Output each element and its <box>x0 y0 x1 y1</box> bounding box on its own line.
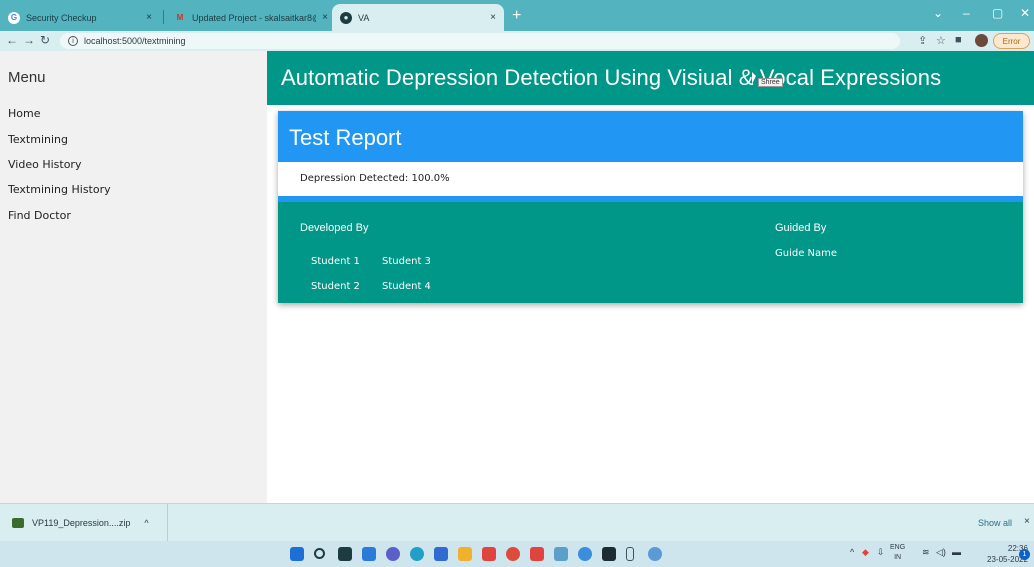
developed-by-label: Developed By <box>300 222 369 234</box>
chrome-icon[interactable] <box>578 547 592 561</box>
address-bar: ← → ↻ i localhost:5000/textmining ⇪ ☆ ■ … <box>0 31 1034 51</box>
windows-start-icon[interactable] <box>290 547 304 561</box>
file-explorer-icon[interactable] <box>458 547 472 561</box>
sidebar: Menu Home Textmining Video History Textm… <box>0 51 267 503</box>
sidepanel-icon[interactable]: ■ <box>955 34 962 46</box>
share-icon[interactable]: ⇪ <box>918 34 927 47</box>
battery-icon[interactable]: ▬ <box>952 547 961 557</box>
language-indicator[interactable]: ENG IN <box>890 543 905 563</box>
globe-icon: ● <box>340 11 352 24</box>
chevron-up-icon[interactable]: ^ <box>850 547 854 557</box>
maximize-icon[interactable]: ▢ <box>992 6 1003 20</box>
widgets-icon[interactable] <box>362 547 376 561</box>
report-title: Test Report <box>289 125 402 150</box>
report-card: Test Report Depression Detected: 100.0% … <box>278 111 1023 303</box>
sidebar-item-textmining[interactable]: Textmining <box>8 133 68 146</box>
close-icon[interactable]: × <box>322 12 328 23</box>
sidebar-title: Menu <box>8 69 46 86</box>
forward-icon[interactable]: → <box>23 33 35 47</box>
download-filename: VP119_Depression....zip <box>32 518 131 528</box>
chat-icon[interactable] <box>386 547 400 561</box>
tab-title: Updated Project - skalsaitkar8@... <box>192 12 317 23</box>
guided-by-label: Guided By <box>775 222 827 234</box>
download-shelf: VP119_Depression....zip ^ Show all × <box>0 503 1034 542</box>
microphone-icon[interactable] <box>626 547 634 561</box>
reload-icon[interactable]: ↻ <box>40 33 50 47</box>
tab-search-icon[interactable]: ⌄ <box>933 6 943 20</box>
student-name: Student 1 <box>311 256 360 267</box>
close-icon[interactable]: × <box>490 12 496 23</box>
volume-icon[interactable]: ◁) <box>936 547 946 558</box>
guide-name: Guide Name <box>775 248 838 259</box>
notepad-icon[interactable] <box>554 547 568 561</box>
profile-avatar[interactable] <box>975 34 988 47</box>
url-field[interactable]: i localhost:5000/textmining <box>60 33 900 49</box>
footer-top-band <box>278 202 1023 211</box>
app-icon[interactable] <box>530 547 544 561</box>
sidebar-item-textmining-history[interactable]: Textmining History <box>8 183 111 196</box>
task-view-icon[interactable] <box>338 547 352 561</box>
page-title: Automatic Depression Detection Using Vis… <box>281 65 942 90</box>
tab-updated-project[interactable]: M Updated Project - skalsaitkar8@... × <box>166 4 336 31</box>
url-text: localhost:5000/textmining <box>84 36 186 46</box>
tab-va[interactable]: ● VA × <box>332 4 504 31</box>
usb-icon[interactable]: ⇩ <box>877 547 885 558</box>
google-drive-icon[interactable]: ◆ <box>862 547 869 558</box>
notification-badge[interactable]: 1 <box>1019 549 1030 560</box>
back-icon[interactable]: ← <box>6 33 18 47</box>
chevron-up-icon[interactable]: ^ <box>144 518 148 528</box>
student-name: Student 3 <box>382 256 431 267</box>
close-icon[interactable]: × <box>1024 516 1030 527</box>
tab-title: VA <box>358 12 370 23</box>
show-all-button[interactable]: Show all <box>978 518 1012 528</box>
sidebar-item-home[interactable]: Home <box>8 107 40 120</box>
download-item[interactable]: VP119_Depression....zip ^ <box>0 504 168 542</box>
region-code: IN <box>894 554 902 561</box>
tab-title: Security Checkup <box>26 12 97 23</box>
store-icon[interactable] <box>434 547 448 561</box>
credits-footer: Developed By Student 1 Student 3 Student… <box>278 211 1023 303</box>
page-header: Automatic Depression Detection Using Vis… <box>267 51 1034 105</box>
terminal-icon[interactable] <box>602 547 616 561</box>
student-name: Student 2 <box>311 281 360 292</box>
tab-separator <box>163 10 164 24</box>
detection-result: Depression Detected: 100.0% <box>300 173 450 184</box>
tab-security-checkup[interactable]: G Security Checkup × <box>0 4 160 31</box>
search-icon[interactable] <box>314 548 325 559</box>
minimize-icon[interactable]: – <box>963 6 970 20</box>
close-icon[interactable]: × <box>146 12 152 23</box>
mouse-cursor-icon <box>752 72 756 84</box>
chrome-icon[interactable] <box>506 547 520 561</box>
browser-tabstrip: G Security Checkup × M Updated Project -… <box>0 0 1034 31</box>
language-code: ENG <box>890 544 906 551</box>
new-tab-button[interactable]: + <box>512 7 521 25</box>
app-icon[interactable] <box>648 547 662 561</box>
site-info-icon[interactable]: i <box>68 36 78 46</box>
hover-tooltip: Shree <box>758 78 783 87</box>
google-g-icon: G <box>8 11 20 24</box>
report-header: Test Report <box>278 111 1023 162</box>
gmail-icon: M <box>176 13 184 22</box>
sidebar-item-find-doctor[interactable]: Find Doctor <box>8 209 71 222</box>
sidebar-item-video-history[interactable]: Video History <box>8 158 81 171</box>
student-name: Student 4 <box>382 281 431 292</box>
app-icon[interactable] <box>482 547 496 561</box>
error-button[interactable]: Error <box>993 33 1030 49</box>
report-body: Depression Detected: 100.0% <box>278 162 1023 196</box>
edge-icon[interactable] <box>410 547 424 561</box>
bookmark-star-icon[interactable]: ☆ <box>936 34 946 47</box>
windows-taskbar: ^ ◆ ⇩ ENG IN ≋ ◁) ▬ 22:36 23-05-2022 1 <box>0 541 1034 567</box>
window-close-icon[interactable]: ✕ <box>1020 6 1030 20</box>
zip-file-icon <box>12 518 24 528</box>
wifi-icon[interactable]: ≋ <box>922 547 930 558</box>
